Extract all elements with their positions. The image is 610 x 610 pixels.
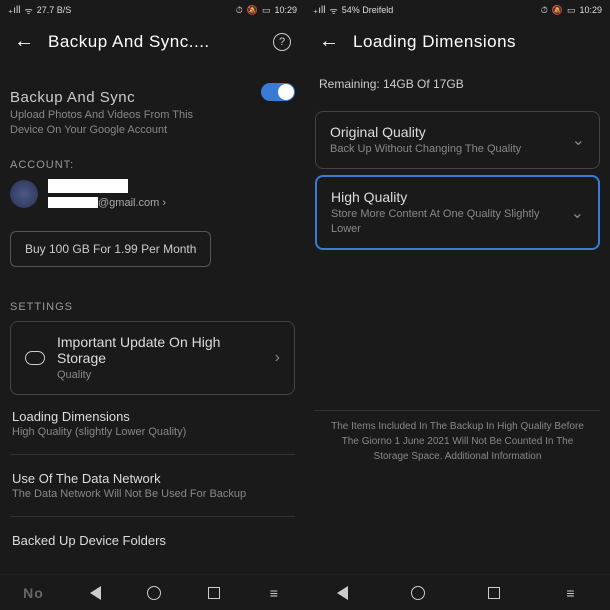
storage-update-card[interactable]: Important Update On High Storage Quality… [10,321,295,395]
account-name-redacted [48,179,128,193]
opt2-sub: Store More Content At One Quality Slight… [331,207,559,236]
net-sub: The Data Network Will Not Be Used For Ba… [12,488,293,500]
backup-sync-toggle-row: Backup And Sync Upload Photos And Videos… [10,75,295,139]
nav-recent-icon[interactable] [208,587,220,599]
nav-recent-icon[interactable] [488,587,500,599]
nav-bar: No ≡ [0,574,305,610]
help-icon[interactable]: ? [273,33,291,51]
chevron-right-icon: › [275,349,280,367]
header: ← Backup And Sync.... ? [0,20,305,63]
nav-back-icon[interactable] [337,586,348,600]
clock: 10:29 [274,5,297,15]
original-quality-option[interactable]: Original Quality Back Up Without Changin… [315,111,600,169]
dim-title: Loading Dimensions [12,409,293,424]
wifi-icon: ᯤ [25,4,33,17]
device-folders-item[interactable]: Backed Up Device Folders [10,525,295,558]
account-label: ACCOUNT: [10,159,295,171]
nav-home-icon[interactable] [411,586,425,600]
signal-icon: ₊ıll [8,5,21,16]
opt1-title: Original Quality [330,124,560,140]
nav-menu-icon[interactable]: ≡ [563,585,579,601]
account-row[interactable]: @gmail.com › [10,179,295,209]
clock: 10:29 [579,5,602,15]
divider [10,516,295,517]
backup-desc2: Device On Your Google Account [10,123,261,138]
page-title: Backup And Sync.... [48,32,259,52]
opt2-title: High Quality [331,189,559,205]
buy-storage-button[interactable]: Buy 100 GB For 1.99 Per Month [10,231,211,267]
screen-loading-dimensions: ₊ıll ᯤ 54% Dreifeld ⏱ 🔕 ▭10:29 ← Loading Dim… [305,0,610,610]
alarm-icon: ⏱ [541,5,548,16]
chevron-down-icon: ⌄ [572,130,585,150]
dim-sub: High Quality (slightly Lower Quality) [12,426,293,438]
folders-title: Backed Up Device Folders [12,533,293,548]
page-title: Loading Dimensions [353,32,596,52]
nav-bar: ≡ [305,574,610,610]
header: ← Loading Dimensions [305,20,610,63]
battery-icon: ▭ [567,5,576,16]
back-icon[interactable]: ← [14,30,34,53]
opt1-sub: Back Up Without Changing The Quality [330,142,560,156]
nav-home-icon[interactable] [147,586,161,600]
high-quality-option[interactable]: High Quality Store More Content At One Q… [315,175,600,250]
screen-backup-sync: ₊ıll ᯤ 27.7 B/S ⏱ 🔕 ▭10:29 ← Backup And Sync… [0,0,305,610]
dnd-icon: 🔕 [552,5,563,16]
signal-icon: ₊ıll [313,5,326,16]
nav-back-icon[interactable] [90,586,101,600]
back-icon[interactable]: ← [319,30,339,53]
backup-toggle[interactable] [261,83,295,101]
nav-menu-icon[interactable]: ≡ [266,585,282,601]
backup-desc1: Upload Photos And Videos From This [10,108,261,123]
nav-no: No [23,585,44,601]
chevron-down-icon: ⌄ [571,203,584,223]
loading-dimensions-item[interactable]: Loading Dimensions High Quality (slightl… [10,401,295,446]
net-title: Use Of The Data Network [12,471,293,486]
alarm-icon: ⏱ [236,5,243,16]
data-network-item[interactable]: Use Of The Data Network The Data Network… [10,463,295,508]
carrier: 54% Dreifeld [342,5,394,15]
footnote: The Items Included In The Backup In High… [315,410,600,472]
cloud-icon [25,351,45,365]
card-sub: Quality [57,368,263,382]
wifi-icon: ᯤ [330,4,338,17]
battery-icon: ▭ [262,5,271,16]
status-bar: ₊ıll ᯤ 27.7 B/S ⏱ 🔕 ▭10:29 [0,0,305,20]
divider [10,454,295,455]
remaining-storage: Remaining: 14GB Of 17GB [315,63,600,105]
net-speed: 27.7 B/S [37,5,72,15]
account-email: @gmail.com › [48,197,166,209]
backup-heading: Backup And Sync [10,89,261,106]
card-title: Important Update On High Storage [57,334,263,366]
settings-label: SETTINGS [10,301,295,313]
dnd-icon: 🔕 [247,5,258,16]
status-bar: ₊ıll ᯤ 54% Dreifeld ⏱ 🔕 ▭10:29 [305,0,610,20]
avatar [10,180,38,208]
